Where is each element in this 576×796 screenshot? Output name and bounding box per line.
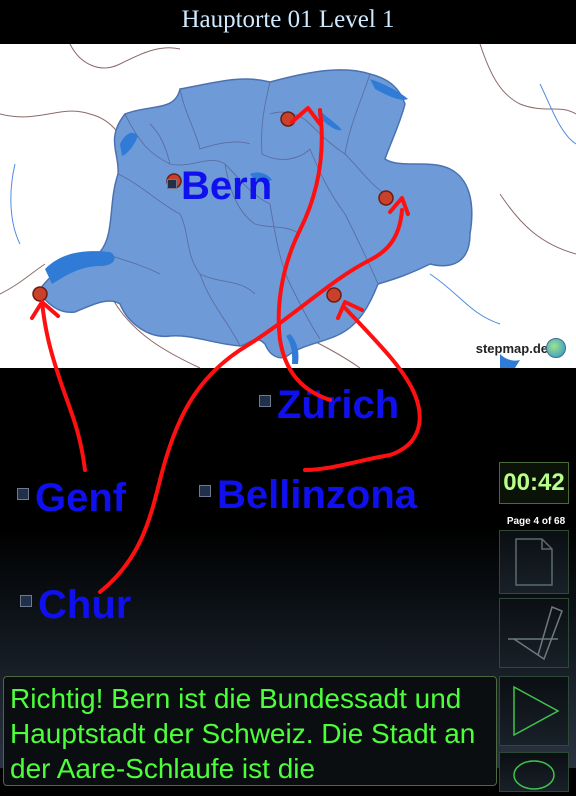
drag-handle-icon[interactable] <box>20 595 32 608</box>
border-line <box>69 44 181 69</box>
map-canvas <box>0 44 576 368</box>
page-indicator: Page 4 of 68 <box>506 516 566 527</box>
lake-como <box>500 354 520 368</box>
feedback-text-box: Richtig! Bern ist die Bundessadt und Hau… <box>3 676 497 786</box>
feedback-text: Richtig! Bern ist die Bundessadt und Hau… <box>10 683 476 784</box>
city-marker-zurich[interactable] <box>280 111 296 127</box>
map-credit: stepmap.de <box>475 341 548 356</box>
circle-icon <box>513 760 555 790</box>
bern-label-text: Bern <box>181 164 273 208</box>
page-icon <box>515 538 553 586</box>
globe-icon <box>546 338 566 358</box>
border-line <box>0 110 126 145</box>
bern-label[interactable]: Bern <box>167 166 272 206</box>
play-button[interactable] <box>499 676 569 746</box>
switzerland-map: stepmap.de <box>0 44 576 368</box>
timer-display: 00:42 <box>499 462 569 504</box>
city-marker-bellinzona[interactable] <box>326 287 342 303</box>
pencil-icon <box>508 605 563 661</box>
answer-label-text: Genf <box>35 476 127 520</box>
answer-label-text: Chur <box>38 583 132 627</box>
answer-label-text: Bellinzona <box>217 473 418 517</box>
answer-label-bellinzona[interactable]: Bellinzona <box>199 475 417 515</box>
pencil-button[interactable] <box>499 598 569 668</box>
page-title: Hauptorte 01 Level 1 <box>0 0 576 44</box>
border-line <box>479 44 576 115</box>
play-icon <box>513 685 560 737</box>
switzerland-shape <box>37 69 473 359</box>
answer-label-text: Zürich <box>277 383 400 427</box>
border-line <box>499 193 576 255</box>
drag-handle-icon[interactable] <box>199 485 211 498</box>
city-marker-chur[interactable] <box>378 190 394 206</box>
drag-handle-icon[interactable] <box>259 395 271 408</box>
page-button[interactable] <box>499 530 569 594</box>
drag-handle-icon[interactable] <box>167 179 177 190</box>
answer-label-genf[interactable]: Genf <box>17 478 126 518</box>
answer-label-zurich[interactable]: Zürich <box>259 385 399 425</box>
city-marker-genf[interactable] <box>32 286 48 302</box>
answer-label-chur[interactable]: Chur <box>20 585 131 625</box>
record-button[interactable] <box>499 752 569 792</box>
drag-handle-icon[interactable] <box>17 488 29 501</box>
